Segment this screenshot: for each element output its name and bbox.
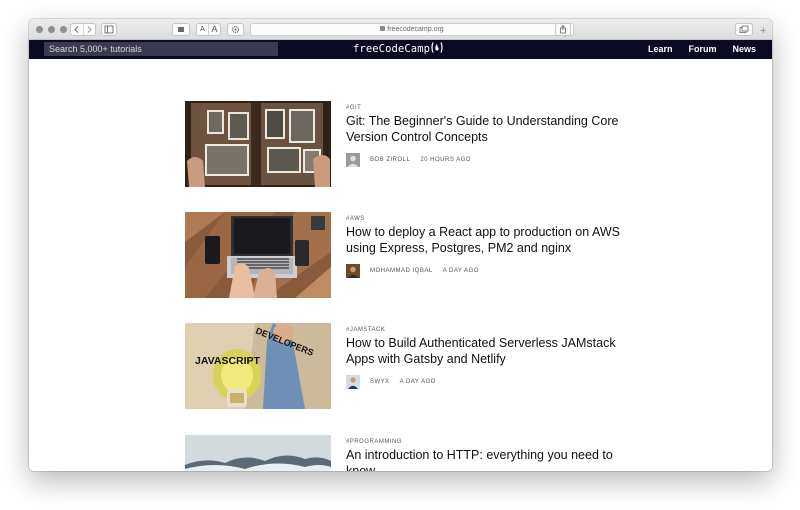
url-display: freecodecamp.org: [251, 25, 573, 35]
article-image[interactable]: [185, 435, 331, 471]
lock-icon: [380, 26, 386, 31]
text-size-buttons: A A: [196, 23, 221, 36]
avatar[interactable]: [346, 152, 360, 167]
screenshot-stage: A A freecodecamp.org Search 5,000+ tutor…: [0, 0, 800, 510]
site-navbar: Search 5,000+ tutorials freeCodeCamp Lea…: [29, 40, 772, 59]
post-time: A DAY AGO: [399, 378, 436, 385]
nav-link-news[interactable]: News: [732, 43, 756, 56]
site-logo[interactable]: freeCodeCamp: [353, 42, 444, 57]
browser-toolbar: A A freecodecamp.org: [29, 19, 772, 40]
post-time: 20 HOURS AGO: [420, 156, 472, 163]
new-tab-button[interactable]: +: [760, 26, 772, 38]
address-bar[interactable]: freecodecamp.org: [250, 23, 574, 37]
share-button[interactable]: [555, 23, 571, 36]
article-info: #AWS How to deploy a React app to produc…: [346, 212, 625, 278]
history-buttons: [70, 23, 96, 36]
avatar[interactable]: [346, 263, 360, 278]
back-button[interactable]: [71, 24, 83, 35]
reader-button[interactable]: [172, 23, 190, 36]
nav-link-learn[interactable]: Learn: [648, 43, 673, 56]
reader-icon: [178, 27, 184, 32]
author-name[interactable]: BOB ZIROLL: [370, 157, 410, 163]
article-tag[interactable]: #JAMSTACK: [346, 326, 625, 335]
web-page: Search 5,000+ tutorials freeCodeCamp Lea…: [29, 40, 772, 471]
window-controls: [36, 26, 67, 33]
gear-icon: [231, 25, 240, 34]
extensions-button[interactable]: [227, 23, 244, 36]
post-time: A DAY AGO: [442, 267, 479, 274]
browser-window: A A freecodecamp.org Search 5,000+ tutor…: [29, 19, 772, 471]
article-meta: SWYX A DAY AGO: [346, 374, 625, 389]
article-image[interactable]: [185, 212, 331, 298]
article-card: #AWS How to deploy a React app to produc…: [185, 212, 625, 298]
article-image[interactable]: JAVASCRIPT DEVELOPERS: [185, 323, 331, 409]
minimize-window-button[interactable]: [48, 26, 55, 33]
tabs-icon: [739, 25, 749, 33]
chevron-right-icon: [87, 26, 92, 33]
article-meta: MOHAMMAD IQBAL A DAY AGO: [346, 263, 625, 278]
article-meta: BOB ZIROLL 20 HOURS AGO: [346, 152, 625, 167]
article-info: #PROGRAMMING An introduction to HTTP: ev…: [346, 435, 625, 471]
article-title[interactable]: Git: The Beginner's Guide to Understandi…: [346, 114, 625, 145]
larger-text-button[interactable]: A: [208, 24, 220, 35]
article-card: #GIT Git: The Beginner's Guide to Unders…: [185, 101, 625, 187]
forward-button[interactable]: [82, 24, 96, 35]
nav-link-forum[interactable]: Forum: [688, 43, 716, 56]
url-text: freecodecamp.org: [387, 26, 444, 33]
article-title[interactable]: How to Build Authenticated Serverless JA…: [346, 336, 625, 367]
tabs-overview-button[interactable]: [735, 23, 753, 36]
sidebar-icon: [104, 25, 114, 34]
article-image[interactable]: [185, 101, 331, 187]
avatar[interactable]: [346, 374, 360, 389]
smaller-text-button[interactable]: A: [197, 24, 208, 35]
search-input[interactable]: Search 5,000+ tutorials: [44, 42, 278, 56]
article-info: #GIT Git: The Beginner's Guide to Unders…: [346, 101, 625, 167]
article-card: #PROGRAMMING An introduction to HTTP: ev…: [185, 435, 625, 471]
close-window-button[interactable]: [36, 26, 43, 33]
article-title[interactable]: How to deploy a React app to production …: [346, 225, 625, 256]
article-tag[interactable]: #PROGRAMMING: [346, 438, 625, 447]
campfire-icon: [431, 42, 443, 53]
share-icon: [560, 24, 566, 34]
sidebar-button[interactable]: [101, 23, 117, 36]
author-name[interactable]: SWYX: [370, 379, 390, 385]
article-info: #JAMSTACK How to Build Authenticated Ser…: [346, 323, 625, 389]
article-tag[interactable]: #GIT: [346, 104, 625, 113]
article-tag[interactable]: #AWS: [346, 215, 625, 224]
chevron-left-icon: [74, 26, 79, 33]
zoom-window-button[interactable]: [60, 26, 67, 33]
author-name[interactable]: MOHAMMAD IQBAL: [370, 268, 433, 274]
image-text-javascript: JAVASCRIPT: [195, 355, 261, 367]
article-card: JAVASCRIPT DEVELOPERS #JAMSTACK How to B…: [185, 323, 625, 409]
logo-text: freeCodeCamp: [353, 43, 431, 55]
article-title[interactable]: An introduction to HTTP: everything you …: [346, 448, 625, 471]
nav-links: Learn Forum News: [648, 43, 756, 56]
